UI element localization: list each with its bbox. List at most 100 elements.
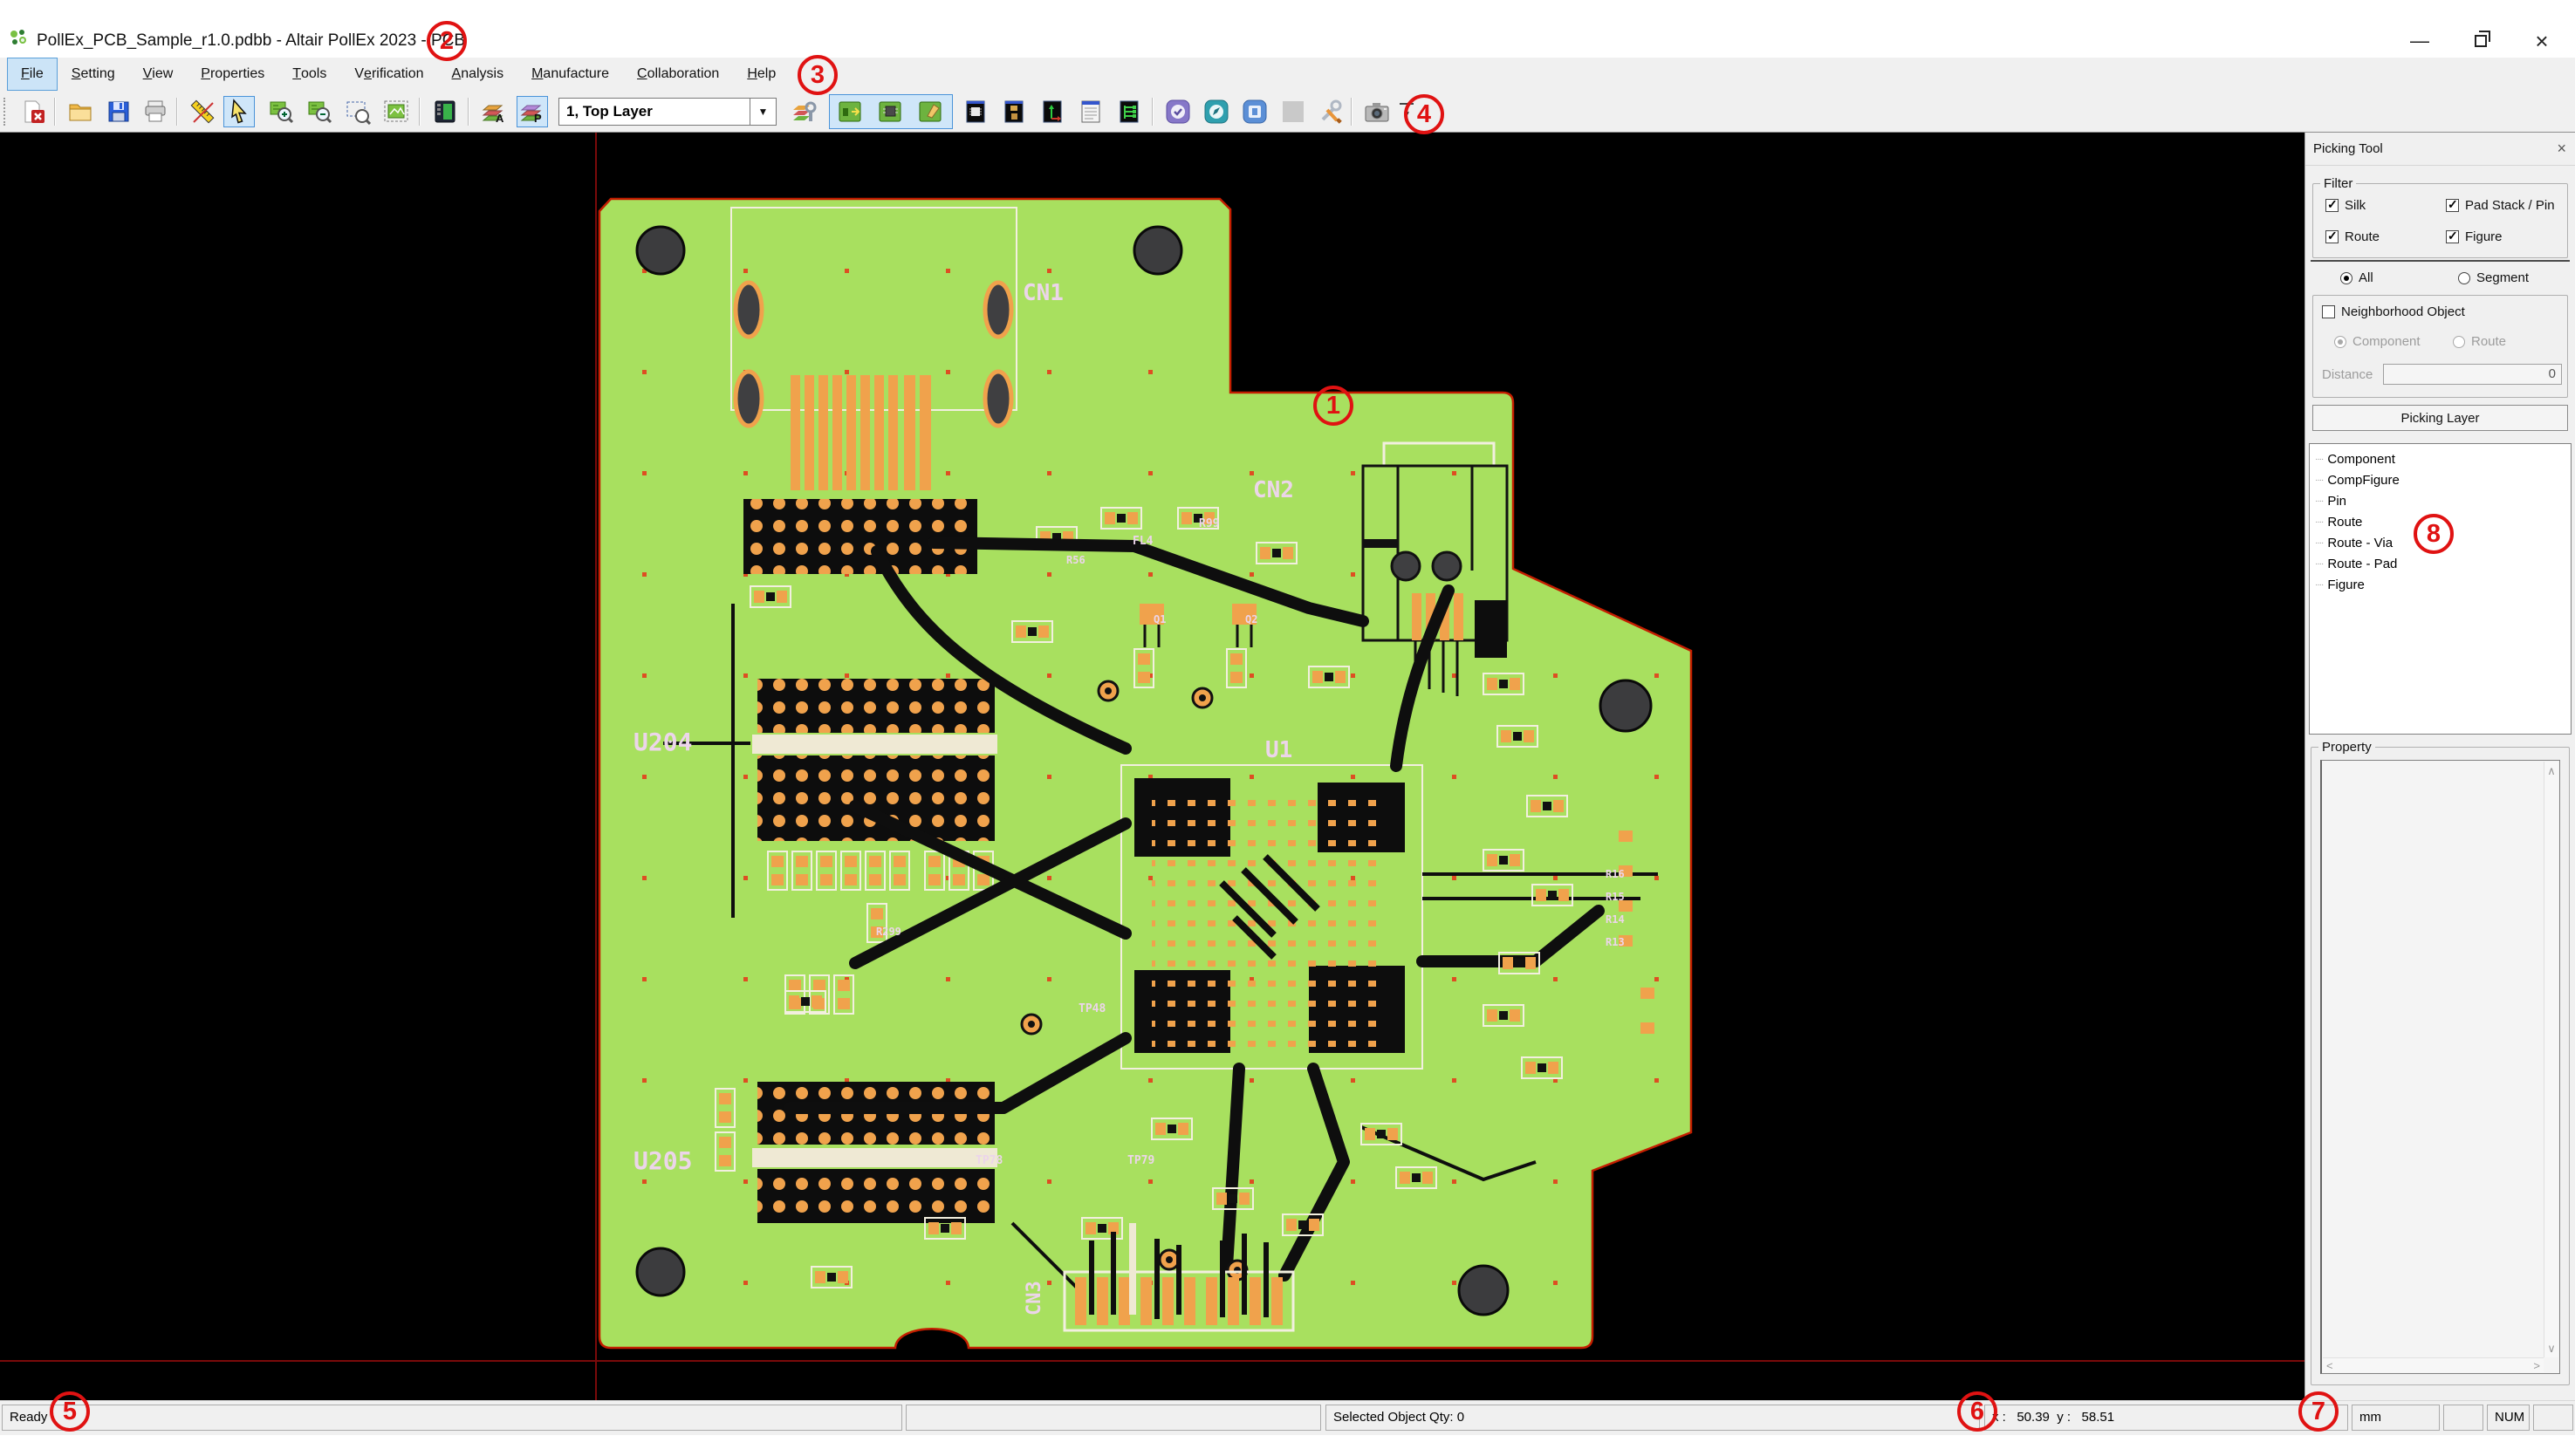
svg-text:CN1: CN1: [1023, 280, 1064, 306]
layer-list-item[interactable]: Component: [2315, 449, 2571, 470]
menu-item-verification[interactable]: Verification: [340, 58, 437, 91]
zoom-out-icon[interactable]: [304, 96, 335, 127]
filter-padstack-checkbox[interactable]: Pad Stack / Pin: [2446, 198, 2555, 213]
app-logo-icon: [9, 28, 30, 49]
svg-text:R299: R299: [876, 926, 901, 938]
svg-text:P: P: [534, 112, 542, 125]
status-empty-1: [906, 1405, 1321, 1431]
scroll-up-icon[interactable]: ∧: [2544, 765, 2558, 776]
minimize-button[interactable]: —: [2394, 24, 2445, 58]
chip-viewer-icon[interactable]: [960, 96, 991, 127]
scroll-down-icon[interactable]: ∨: [2544, 1343, 2558, 1354]
svg-text:FL4: FL4: [1133, 535, 1154, 548]
cursor-coords: x : 50.39 y : 58.51: [1984, 1405, 2348, 1431]
zoom-in-icon[interactable]: [265, 96, 297, 127]
scroll-right-icon[interactable]: >: [2533, 1360, 2540, 1371]
svg-text:TP78: TP78: [976, 1154, 1003, 1167]
zoom-window-icon[interactable]: [342, 96, 373, 127]
layer-list-item[interactable]: Route - Pad: [2315, 554, 2571, 575]
open-file-icon[interactable]: [65, 96, 96, 127]
snapshot-camera-icon[interactable]: [1361, 96, 1393, 127]
panel-header: Picking Tool ×: [2305, 133, 2575, 166]
selected-qty: Selected Object Qty: 0: [1325, 1405, 1980, 1431]
save-file-icon[interactable]: [103, 96, 134, 127]
svg-text:U1: U1: [1265, 737, 1292, 763]
layer-padstack-icon[interactable]: P: [517, 96, 548, 127]
print-icon[interactable]: [140, 96, 171, 127]
svg-text:CN2: CN2: [1253, 477, 1294, 503]
select-cursor-icon[interactable]: [223, 96, 255, 127]
picking-tool-panel: Picking Tool × Filter Silk Pad Stack / P…: [2304, 133, 2575, 1400]
menu-item-help[interactable]: Help: [733, 58, 790, 91]
numlock-indicator: NUM: [2487, 1405, 2530, 1431]
menu-item-file[interactable]: File: [7, 58, 58, 91]
menu-item-collaboration[interactable]: Collaboration: [623, 58, 733, 91]
layer-list-item[interactable]: CompFigure: [2315, 470, 2571, 491]
panel-close-icon[interactable]: ×: [2557, 140, 2566, 158]
svg-text:A: A: [496, 112, 504, 125]
pcb-component-place-icon[interactable]: [874, 96, 906, 127]
package-viewer-icon[interactable]: [998, 96, 1030, 127]
annotation-circle-7: 7: [2298, 1391, 2339, 1432]
maximize-button[interactable]: [2455, 24, 2506, 58]
status-empty-2: [2443, 1405, 2483, 1431]
tools-option-icon[interactable]: [1314, 96, 1346, 127]
layer-list-item[interactable]: Pin: [2315, 491, 2571, 512]
window-title: PollEx_PCB_Sample_r1.0.pdbb - Altair Pol…: [37, 31, 465, 51]
layer-select-combo[interactable]: 1, Top Layer ▼: [558, 98, 777, 126]
property-horizontal-scrollbar[interactable]: < >: [2323, 1357, 2544, 1372]
scroll-left-icon[interactable]: <: [2326, 1360, 2333, 1371]
menu-item-setting[interactable]: Setting: [58, 58, 129, 91]
close-button[interactable]: ×: [2517, 24, 2567, 58]
neighborhood-component-radio[interactable]: Component: [2334, 334, 2421, 349]
mode-all-radio[interactable]: All: [2340, 270, 2373, 285]
neighborhood-object-checkbox[interactable]: Neighborhood Object: [2322, 304, 2465, 319]
pcb-edit-icon[interactable]: [914, 96, 946, 127]
property-view: ∧ ∨ < >: [2320, 760, 2560, 1374]
status-bar: Ready Selected Object Qty: 0 x : 50.39 y…: [0, 1400, 2575, 1435]
svg-text:U205: U205: [633, 1146, 692, 1175]
axis-view-icon[interactable]: [1037, 96, 1068, 127]
board-view-icon[interactable]: [429, 96, 461, 127]
edit-app-icon[interactable]: [1201, 96, 1232, 127]
property-group: Property ∧ ∨ < >: [2311, 747, 2570, 1385]
report-list-icon[interactable]: [1075, 96, 1106, 127]
distance-input[interactable]: 0: [2383, 364, 2562, 385]
neighborhood-route-radio[interactable]: Route: [2453, 334, 2506, 349]
close-design-icon[interactable]: [17, 96, 49, 127]
menu-item-analysis[interactable]: Analysis: [438, 58, 518, 91]
menu-item-properties[interactable]: Properties: [187, 58, 278, 91]
svg-text:R16: R16: [1606, 868, 1625, 880]
filter-silk-checkbox[interactable]: Silk: [2325, 198, 2366, 213]
blank-slot-icon: [1277, 96, 1309, 127]
toolbar-grip[interactable]: [3, 98, 8, 126]
panel-title: Picking Tool: [2313, 141, 2383, 156]
filter-figure-checkbox[interactable]: Figure: [2446, 229, 2503, 244]
picking-layer-button[interactable]: Picking Layer: [2312, 405, 2568, 431]
measure-icon[interactable]: [187, 96, 218, 127]
layer-artwork-icon[interactable]: A: [478, 96, 510, 127]
mode-segment-radio[interactable]: Segment: [2458, 270, 2529, 285]
toolbar: A P 1, Top Layer ▼: [0, 91, 2575, 133]
pcb-canvas[interactable]: CN1CN2U204U205U1CN3FL4R99R56Q1Q2R299TP48…: [0, 133, 2304, 1400]
property-group-label: Property: [2318, 740, 2375, 755]
svg-text:R56: R56: [1066, 554, 1085, 566]
menu-bar: FileSettingViewPropertiesToolsVerificati…: [0, 58, 2575, 91]
net-tree-icon[interactable]: [1113, 96, 1145, 127]
menu-item-tools[interactable]: Tools: [278, 58, 340, 91]
zoom-fit-icon[interactable]: [380, 96, 412, 127]
layer-settings-icon[interactable]: [789, 96, 820, 127]
combo-dropdown-icon[interactable]: ▼: [750, 99, 776, 125]
svg-text:Q1: Q1: [1154, 613, 1166, 625]
pcb-component-move-icon[interactable]: [834, 96, 866, 127]
annotation-circle-5: 5: [50, 1391, 90, 1432]
units-indicator: mm: [2352, 1405, 2440, 1431]
menu-item-manufacture[interactable]: Manufacture: [517, 58, 623, 91]
filter-group-label: Filter: [2320, 176, 2356, 191]
menu-item-view[interactable]: View: [129, 58, 188, 91]
sim-app-icon[interactable]: [1239, 96, 1270, 127]
layer-list-item[interactable]: Figure: [2315, 575, 2571, 596]
filter-route-checkbox[interactable]: Route: [2325, 229, 2380, 244]
property-vertical-scrollbar[interactable]: ∧ ∨: [2544, 762, 2558, 1357]
verify-app-icon[interactable]: [1162, 96, 1194, 127]
